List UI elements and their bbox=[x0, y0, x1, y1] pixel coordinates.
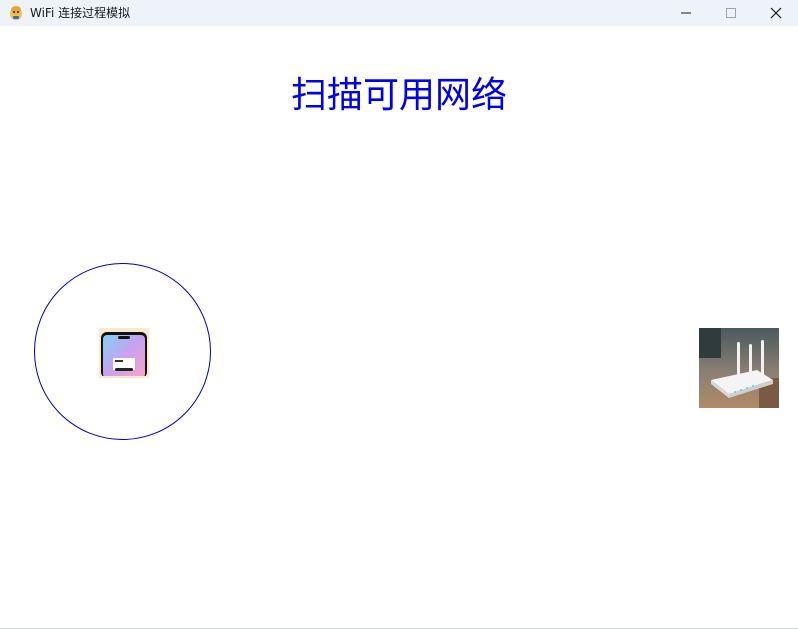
maximize-button[interactable] bbox=[708, 0, 753, 26]
status-heading: 扫描可用网络 bbox=[290, 75, 507, 116]
close-button[interactable] bbox=[753, 0, 798, 26]
minimize-button[interactable] bbox=[663, 0, 708, 26]
close-icon bbox=[770, 7, 781, 19]
smartphone-icon bbox=[99, 328, 149, 378]
app-window: WiFi 连接过程模拟 扫描可用网络 bbox=[0, 0, 798, 629]
maximize-icon bbox=[725, 8, 736, 18]
wifi-router-icon bbox=[699, 328, 779, 408]
window-title: WiFi 连接过程模拟 bbox=[30, 6, 131, 20]
simulation-canvas: 扫描可用网络 bbox=[0, 26, 798, 629]
title-bar[interactable]: WiFi 连接过程模拟 bbox=[0, 0, 798, 26]
python-app-icon bbox=[10, 6, 22, 20]
minimize-icon bbox=[680, 12, 691, 14]
